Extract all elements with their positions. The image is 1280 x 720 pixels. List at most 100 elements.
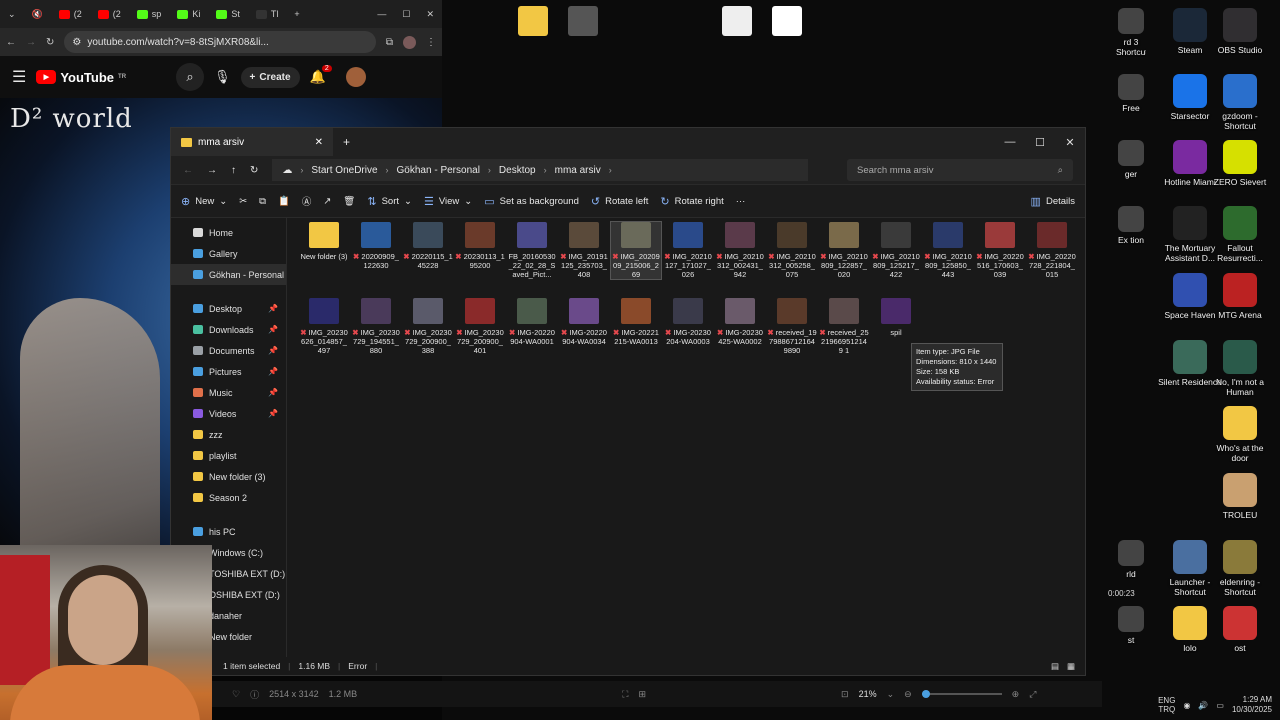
file-item[interactable]: ✖ IMG_20210809_125217_422 bbox=[871, 222, 921, 279]
chevron-down-icon[interactable]: ⌄ bbox=[887, 689, 895, 700]
menu-icon[interactable]: ⋮ bbox=[426, 37, 436, 48]
file-item[interactable]: ✖ IMG-20220904-WA0001 bbox=[507, 298, 557, 346]
delete-icon[interactable]: 🗑 bbox=[343, 196, 355, 207]
zoom-out-icon[interactable]: ⊖ bbox=[904, 689, 912, 700]
file-item[interactable]: ✖ IMG_20230626_014857_497 bbox=[299, 298, 349, 355]
nav-item[interactable]: playlist bbox=[171, 445, 286, 466]
zoom-in-icon[interactable]: ⊕ bbox=[1012, 689, 1020, 700]
file-item[interactable]: ✖ 20200909_122630 bbox=[351, 222, 401, 270]
maximize-button[interactable]: ☐ bbox=[1025, 136, 1055, 149]
desktop-shortcut[interactable]: ger bbox=[1116, 140, 1146, 179]
file-icon[interactable] bbox=[568, 6, 598, 36]
nav-item[interactable]: Desktop 📌 bbox=[171, 298, 286, 319]
youtube-logo[interactable]: ▶ YouTube TR bbox=[36, 70, 126, 85]
folder-icon[interactable] bbox=[518, 6, 548, 36]
nav-item[interactable]: his PC bbox=[171, 521, 286, 542]
cut-icon[interactable]: ✂ bbox=[239, 196, 247, 207]
document-icon[interactable] bbox=[772, 6, 802, 36]
file-item[interactable]: ✖ IMG_20220728_221804_015 bbox=[1027, 222, 1077, 279]
edit-icon[interactable]: ⊞ bbox=[638, 689, 646, 700]
file-item[interactable]: ✖ received_25219669512149 1 bbox=[819, 298, 869, 355]
nav-item[interactable]: Music 📌 bbox=[171, 382, 286, 403]
breadcrumb-item[interactable]: Desktop bbox=[499, 165, 536, 176]
heart-icon[interactable]: ♡ bbox=[232, 689, 240, 700]
file-item[interactable]: ✖ IMG-20230425-WA0002 bbox=[715, 298, 765, 346]
file-item[interactable]: ✖ IMG_20220516_170603_039 bbox=[975, 222, 1025, 279]
chrome-tab[interactable]: Ki bbox=[169, 3, 208, 25]
desktop-shortcut[interactable]: Fallout Resurrecti... bbox=[1208, 206, 1272, 263]
file-item[interactable]: ✖ IMG_20210312_002431_942 bbox=[715, 222, 765, 279]
file-item[interactable]: ✖ IMG_20230729_200900_401 bbox=[455, 298, 505, 355]
nav-item[interactable]: Home bbox=[171, 222, 286, 243]
chevron-right-icon[interactable]: › bbox=[609, 165, 612, 175]
desktop-shortcut[interactable]: ost bbox=[1208, 606, 1272, 653]
nav-item[interactable]: Gallery bbox=[171, 243, 286, 264]
up-icon[interactable]: ↑ bbox=[231, 165, 236, 176]
desktop-shortcut[interactable]: No, I'm not a Human bbox=[1208, 340, 1272, 397]
zoom-slider-thumb[interactable] bbox=[921, 690, 930, 698]
new-button[interactable]: ⊕ New ⌄ bbox=[181, 195, 227, 208]
file-item[interactable]: ✖ received_19798867121649890 bbox=[767, 298, 817, 355]
back-icon[interactable]: ← bbox=[6, 37, 16, 48]
file-item[interactable]: ✖ IMG_20191125_235703_408 bbox=[559, 222, 609, 279]
create-button[interactable]: + Create bbox=[240, 66, 300, 88]
file-item[interactable]: ✖ IMG_20210312_005258_075 bbox=[767, 222, 817, 279]
wifi-icon[interactable]: ◉ bbox=[1183, 701, 1190, 710]
breadcrumb-item[interactable]: mma arsiv bbox=[555, 165, 601, 176]
extensions-icon[interactable]: ⧉ bbox=[386, 37, 393, 48]
desktop-shortcut[interactable]: gzdoom - Shortcut bbox=[1208, 74, 1272, 131]
nav-item[interactable]: zzz bbox=[171, 424, 286, 445]
forward-icon[interactable]: → bbox=[207, 165, 217, 176]
close-button[interactable]: ✕ bbox=[418, 3, 442, 25]
breadcrumb[interactable]: ☁ › Start OneDrive › Gökhan - Personal › Desk… bbox=[272, 159, 809, 181]
desktop-shortcut[interactable]: rld bbox=[1116, 540, 1146, 579]
nav-item[interactable]: Gökhan - Personal bbox=[171, 264, 286, 285]
file-item[interactable]: ✖ IMG-20220904-WA0034 bbox=[559, 298, 609, 346]
close-button[interactable]: ✕ bbox=[1055, 136, 1085, 149]
profile-avatar[interactable] bbox=[403, 35, 416, 49]
site-info-icon[interactable]: ⚙ bbox=[72, 37, 81, 48]
chrome-tab[interactable]: sp bbox=[129, 3, 170, 25]
search-icon[interactable]: ⌕ bbox=[176, 63, 205, 91]
desktop-shortcut[interactable]: MTG Arena bbox=[1208, 273, 1272, 320]
breadcrumb-item[interactable]: Start OneDrive bbox=[311, 165, 377, 176]
tab-search-button[interactable]: ⌄ bbox=[0, 3, 24, 25]
breadcrumb-item[interactable]: Gökhan - Personal bbox=[397, 165, 480, 176]
file-item[interactable]: ✖ IMG-20230204-WA0003 bbox=[663, 298, 713, 346]
sort-button[interactable]: ⇅ Sort ⌄ bbox=[367, 195, 412, 208]
details-button[interactable]: ▥ Details bbox=[1031, 195, 1075, 208]
zoom-slider[interactable] bbox=[921, 690, 1002, 698]
desktop-shortcut[interactable]: Ex tion bbox=[1116, 206, 1146, 245]
reload-icon[interactable]: ↻ bbox=[46, 37, 54, 48]
new-tab-button[interactable]: + bbox=[286, 3, 307, 25]
back-icon[interactable]: ← bbox=[183, 165, 193, 176]
nav-item[interactable]: Videos 📌 bbox=[171, 403, 286, 424]
voice-search-icon[interactable]: 🎙 bbox=[214, 69, 231, 85]
nav-item[interactable]: Downloads 📌 bbox=[171, 319, 286, 340]
file-item[interactable]: ✖ IMG_20210809_122857_020 bbox=[819, 222, 869, 279]
desktop-shortcut[interactable]: rd 3 Shortcut bbox=[1116, 8, 1146, 57]
address-bar[interactable]: ⚙ youtube.com/watch?v=8-8tSjMXR08&li... bbox=[64, 31, 376, 53]
file-item[interactable]: ✖ IMG_20210809_125850_443 bbox=[923, 222, 973, 279]
language-indicator[interactable]: ENG TRQ bbox=[1158, 696, 1175, 714]
set-background-button[interactable]: ▭ Set as background bbox=[484, 195, 579, 208]
nav-item[interactable]: Documents 📌 bbox=[171, 340, 286, 361]
file-item[interactable]: FB_20160530_22_02_28_Saved_Pict... bbox=[507, 222, 557, 279]
avatar[interactable] bbox=[345, 67, 366, 87]
grid-view-icon[interactable]: ▦ bbox=[1067, 661, 1075, 672]
minimize-button[interactable]: — bbox=[369, 3, 394, 25]
chevron-right-icon[interactable]: › bbox=[488, 165, 491, 175]
explorer-tab[interactable]: mma arsiv ✕ bbox=[171, 128, 333, 156]
rotate-right-button[interactable]: ↻ Rotate right bbox=[660, 195, 723, 208]
crop-icon[interactable]: ⛶ bbox=[622, 689, 628, 700]
new-tab-button[interactable]: + bbox=[333, 135, 360, 149]
fit-icon[interactable]: ⊡ bbox=[841, 689, 849, 700]
minimize-button[interactable]: — bbox=[995, 136, 1025, 149]
clock[interactable]: 1:29 AM 10/30/2025 bbox=[1232, 695, 1272, 715]
desktop-shortcut[interactable]: OBS Studio bbox=[1208, 8, 1272, 55]
rotate-left-button[interactable]: ↺ Rotate left bbox=[591, 195, 649, 208]
close-tab-icon[interactable]: ✕ bbox=[315, 137, 323, 148]
mute-icon[interactable]: 🔇 bbox=[24, 3, 51, 25]
chevron-right-icon[interactable]: › bbox=[386, 165, 389, 175]
hamburger-menu-icon[interactable]: ☰ bbox=[12, 67, 26, 87]
